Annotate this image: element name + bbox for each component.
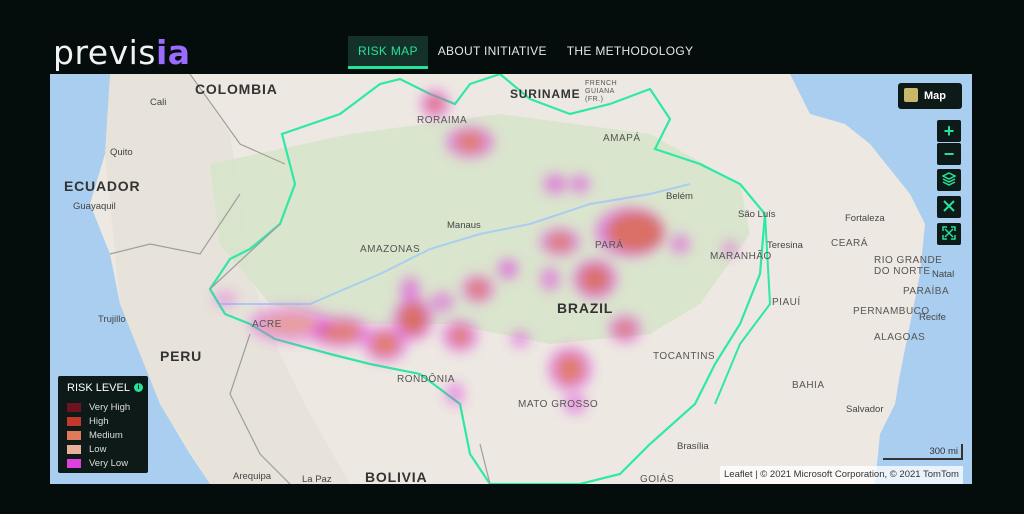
label-alagoas: ALAGOAS bbox=[874, 332, 926, 343]
layers-icon bbox=[941, 172, 957, 186]
legend-title: RISK LEVEL bbox=[67, 382, 130, 394]
label-para: PARÁ bbox=[595, 240, 624, 251]
legend-item: High bbox=[67, 416, 109, 427]
legend-item: Low bbox=[67, 444, 106, 455]
label-teresina: Teresina bbox=[767, 240, 803, 251]
risk-map[interactable]: COLOMBIA ECUADOR PERU BOLIVIA BRAZIL SUR… bbox=[50, 74, 972, 484]
legend-swatch bbox=[67, 431, 81, 440]
label-roraima: RORAIMA bbox=[417, 115, 468, 126]
map-attribution[interactable]: Leaflet | © 2021 Microsoft Corporation, … bbox=[720, 466, 963, 484]
risk-legend: RISK LEVEL i Very High High Medium Low V… bbox=[58, 376, 148, 473]
plus-icon: + bbox=[943, 121, 955, 141]
label-cali: Cali bbox=[150, 97, 167, 108]
label-amapa: AMAPÁ bbox=[603, 133, 641, 144]
label-acre: ACRE bbox=[252, 319, 282, 330]
label-belem: Belém bbox=[666, 191, 693, 202]
label-amazonas: AMAZONAS bbox=[360, 244, 421, 255]
legend-label: Very High bbox=[89, 402, 131, 413]
label-guayaquil: Guayaquil bbox=[73, 201, 116, 212]
label-maranhao: MARANHÃO bbox=[710, 251, 772, 262]
label-piaui: PIAUÍ bbox=[772, 297, 801, 308]
label-peru: PERU bbox=[160, 348, 203, 364]
legend-label: Medium bbox=[89, 430, 123, 441]
map-base bbox=[50, 74, 925, 484]
scale-bar: 300 mi bbox=[883, 444, 963, 460]
label-mato-grosso: MATO GROSSO bbox=[518, 399, 599, 410]
main-nav: RISK MAP ABOUT INITIATIVE THE METHODOLOG… bbox=[348, 36, 703, 70]
logo-accent: ia bbox=[155, 33, 191, 72]
legend-swatch bbox=[67, 403, 81, 412]
tools-button[interactable] bbox=[937, 196, 961, 218]
tab-methodology[interactable]: THE METHODOLOGY bbox=[557, 36, 704, 66]
label-brasilia: Brasília bbox=[677, 441, 709, 452]
legend-item: Very High bbox=[67, 402, 130, 413]
label-manaus: Manaus bbox=[447, 220, 481, 231]
header: previsia RISK MAP ABOUT INITIATIVE THE M… bbox=[0, 0, 1024, 74]
layers-button[interactable] bbox=[937, 169, 961, 191]
label-trujillo: Trujillo bbox=[98, 314, 126, 325]
label-recife: Recife bbox=[919, 312, 946, 323]
zoom-in-button[interactable]: + bbox=[937, 120, 961, 142]
label-fortaleza: Fortaleza bbox=[845, 213, 885, 224]
label-rondonia: RONDÔNIA bbox=[397, 374, 455, 385]
zoom-out-button[interactable]: − bbox=[937, 143, 961, 165]
label-goias: GOIÁS bbox=[640, 474, 675, 484]
label-salvador: Salvador bbox=[846, 404, 884, 415]
expand-icon bbox=[942, 226, 956, 240]
legend-swatch bbox=[67, 445, 81, 454]
label-la-paz: La Paz bbox=[302, 474, 332, 484]
label-colombia: COLOMBIA bbox=[195, 81, 278, 97]
label-ceara: CEARÁ bbox=[831, 238, 868, 249]
label-arequipa: Arequipa bbox=[233, 471, 272, 482]
label-suriname: SURINAME bbox=[510, 87, 581, 101]
logo-text: previs bbox=[53, 33, 156, 72]
label-ecuador: ECUADOR bbox=[64, 178, 141, 194]
fullscreen-button[interactable] bbox=[937, 223, 961, 245]
label-quito: Quito bbox=[110, 147, 133, 158]
legend-swatch bbox=[67, 417, 81, 426]
label-french-guiana: FRENCH GUIANA (FR.) bbox=[585, 80, 618, 103]
label-tocantins: TOCANTINS bbox=[653, 351, 716, 362]
basemap-label: Map bbox=[924, 90, 946, 102]
label-brazil: BRAZIL bbox=[557, 300, 614, 316]
map-icon bbox=[904, 88, 918, 102]
basemap-button[interactable]: Map bbox=[898, 83, 962, 109]
legend-label: High bbox=[89, 416, 109, 427]
legend-swatch bbox=[67, 459, 81, 468]
label-natal: Natal bbox=[932, 269, 955, 280]
legend-label: Low bbox=[89, 444, 107, 455]
logo[interactable]: previsia bbox=[53, 33, 191, 73]
label-bahia: BAHIA bbox=[792, 380, 825, 391]
tab-about-initiative[interactable]: ABOUT INITIATIVE bbox=[428, 36, 557, 66]
tab-risk-map[interactable]: RISK MAP bbox=[348, 36, 428, 69]
legend-item: Very Low bbox=[67, 458, 128, 469]
label-bolivia: BOLIVIA bbox=[365, 469, 428, 484]
label-paraiba: PARAÍBA bbox=[903, 286, 950, 297]
info-icon[interactable]: i bbox=[134, 383, 143, 392]
legend-label: Very Low bbox=[89, 458, 129, 469]
minus-icon: − bbox=[943, 144, 955, 164]
label-sao-luis: São Luís bbox=[738, 209, 776, 220]
legend-item: Medium bbox=[67, 430, 123, 441]
tools-icon bbox=[943, 200, 955, 212]
